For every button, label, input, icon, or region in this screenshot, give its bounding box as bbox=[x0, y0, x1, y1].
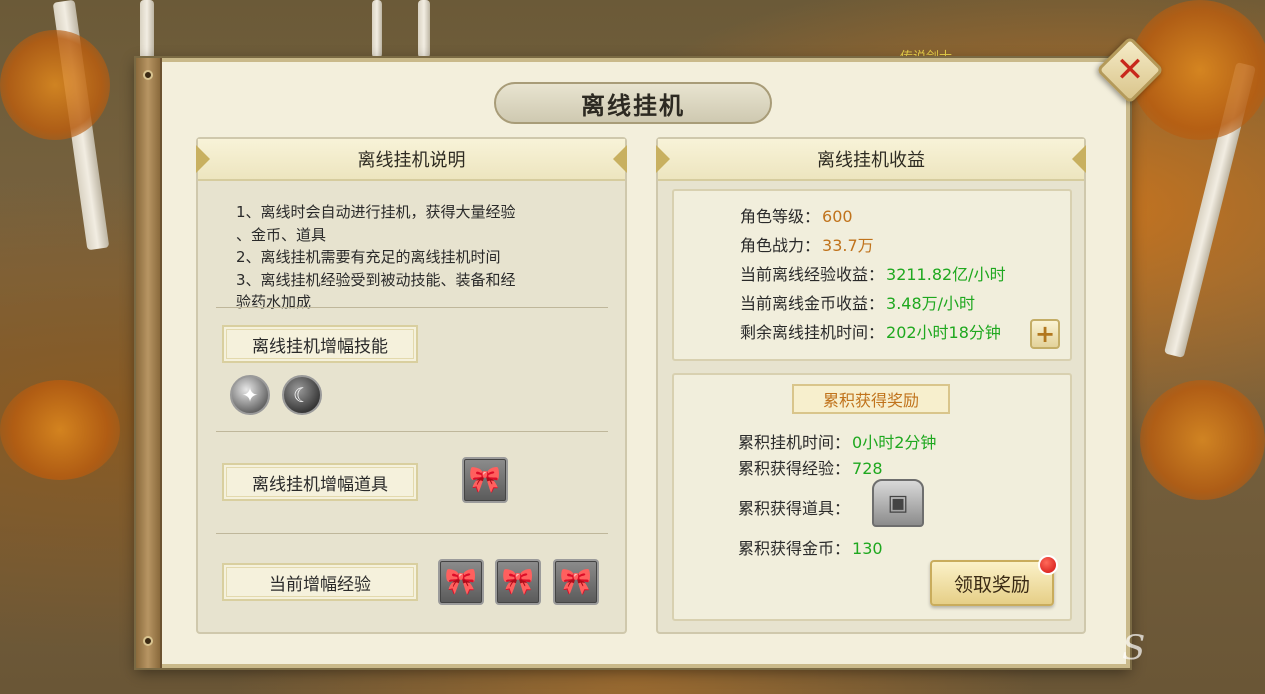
stat-remaining-time: 剩余离线挂机时间： 202小时18分钟 bbox=[740, 319, 1001, 343]
divider bbox=[216, 533, 608, 534]
autumn-foliage bbox=[0, 380, 120, 480]
boost-skill-label: 离线挂机增幅技能 bbox=[222, 325, 418, 363]
treasure-chest-icon[interactable]: ▣ bbox=[872, 479, 924, 527]
notification-dot bbox=[1038, 555, 1058, 575]
current-boost-exp-label: 当前增幅经验 bbox=[222, 563, 418, 601]
reward-items: 累积获得道具： bbox=[738, 495, 850, 519]
boost-item-label: 离线挂机增幅道具 bbox=[222, 463, 418, 501]
stat-power: 角色战力： 33.7万 bbox=[740, 232, 874, 256]
ribbon-item-icon[interactable]: 🎀 bbox=[553, 559, 599, 605]
stat-gold-rate: 当前离线金币收益： 3.48万/小时 bbox=[740, 290, 975, 314]
claim-reward-button[interactable]: 领取奖励 bbox=[930, 560, 1054, 606]
stat-label: 角色战力： bbox=[740, 236, 821, 255]
offline-idle-earnings-panel: 离线挂机收益 角色等级： 600 角色战力： 33.7万 当前离线经验收益： 3211… bbox=[656, 137, 1086, 634]
reward-label: 累积获得经验： bbox=[738, 459, 851, 478]
header-ornament bbox=[1072, 145, 1086, 173]
description-line: 1、离线时会自动进行挂机，获得大量经验 bbox=[236, 203, 516, 221]
reward-label: 累积挂机时间： bbox=[738, 433, 851, 452]
stat-level: 角色等级： 600 bbox=[740, 203, 853, 227]
stat-label: 角色等级： bbox=[740, 207, 821, 226]
stat-label: 当前离线金币收益： bbox=[740, 294, 885, 313]
spine-stud bbox=[143, 636, 153, 646]
reward-label: 累积获得道具： bbox=[738, 499, 851, 518]
stat-value: 3.48万/小时 bbox=[886, 294, 976, 313]
header-ornament bbox=[613, 145, 627, 173]
wind-skill-icon[interactable]: ✦ bbox=[230, 375, 270, 415]
autumn-foliage bbox=[0, 30, 110, 140]
right-panel-header: 离线挂机收益 bbox=[656, 139, 1086, 181]
description-text: 1、离线时会自动进行挂机，获得大量经验 、金币、道具 2、离线挂机需要有充足的离… bbox=[236, 201, 596, 314]
wolf-skill-icon[interactable]: ☾ bbox=[282, 375, 322, 415]
birch-tree bbox=[372, 0, 382, 58]
game-logo-icon: S bbox=[1122, 628, 1146, 668]
reward-value: 0小时2分钟 bbox=[852, 433, 937, 452]
header-ornament bbox=[656, 145, 670, 173]
stat-value: 33.7万 bbox=[822, 236, 874, 255]
description-line: 验药水加成 bbox=[236, 293, 312, 311]
offline-idle-description-panel: 离线挂机说明 1、离线时会自动进行挂机，获得大量经验 、金币、道具 2、离线挂机… bbox=[196, 137, 627, 634]
divider bbox=[216, 431, 608, 432]
description-line: 2、离线挂机需要有充足的离线挂机时间 bbox=[236, 248, 501, 266]
stat-exp-rate: 当前离线经验收益： 3211.82亿/小时 bbox=[740, 261, 1006, 285]
ribbon-item-icon[interactable]: 🎀 bbox=[438, 559, 484, 605]
left-panel-title: 离线挂机说明 bbox=[357, 150, 466, 171]
earnings-stats-box: 角色等级： 600 角色战力： 33.7万 当前离线经验收益： 3211.82亿/小时… bbox=[672, 189, 1072, 361]
stat-value: 202小时18分钟 bbox=[886, 323, 1001, 342]
description-line: 、金币、道具 bbox=[236, 225, 327, 244]
description-line: 3、离线挂机经验受到被动技能、装备和经 bbox=[236, 270, 516, 289]
reward-title: 累积获得奖励 bbox=[792, 384, 950, 414]
ribbon-item-icon[interactable]: 🎀 bbox=[462, 457, 508, 503]
spine-stud bbox=[143, 70, 153, 80]
ribbon-item-icon[interactable]: 🎀 bbox=[495, 559, 541, 605]
reward-label: 累积获得金币： bbox=[738, 539, 851, 558]
panel-spine bbox=[136, 58, 162, 668]
window-title: 离线挂机 bbox=[494, 82, 772, 124]
reward-value: 728 bbox=[852, 459, 883, 478]
right-panel-title: 离线挂机收益 bbox=[817, 150, 925, 171]
stat-value: 600 bbox=[822, 207, 853, 226]
reward-gold: 累积获得金币： 130 bbox=[738, 535, 883, 559]
autumn-foliage bbox=[1140, 380, 1265, 500]
stat-value: 3211.82亿/小时 bbox=[886, 265, 1006, 284]
divider bbox=[216, 307, 608, 308]
reward-exp: 累积获得经验： 728 bbox=[738, 455, 883, 479]
header-ornament bbox=[196, 145, 210, 173]
add-time-button[interactable]: + bbox=[1030, 319, 1060, 349]
reward-time: 累积挂机时间： 0小时2分钟 bbox=[738, 429, 936, 453]
stat-label: 当前离线经验收益： bbox=[740, 265, 885, 284]
stat-label: 剩余离线挂机时间： bbox=[740, 323, 885, 342]
birch-tree bbox=[418, 0, 430, 58]
reward-value: 130 bbox=[852, 539, 883, 558]
left-panel-header: 离线挂机说明 bbox=[196, 139, 627, 181]
